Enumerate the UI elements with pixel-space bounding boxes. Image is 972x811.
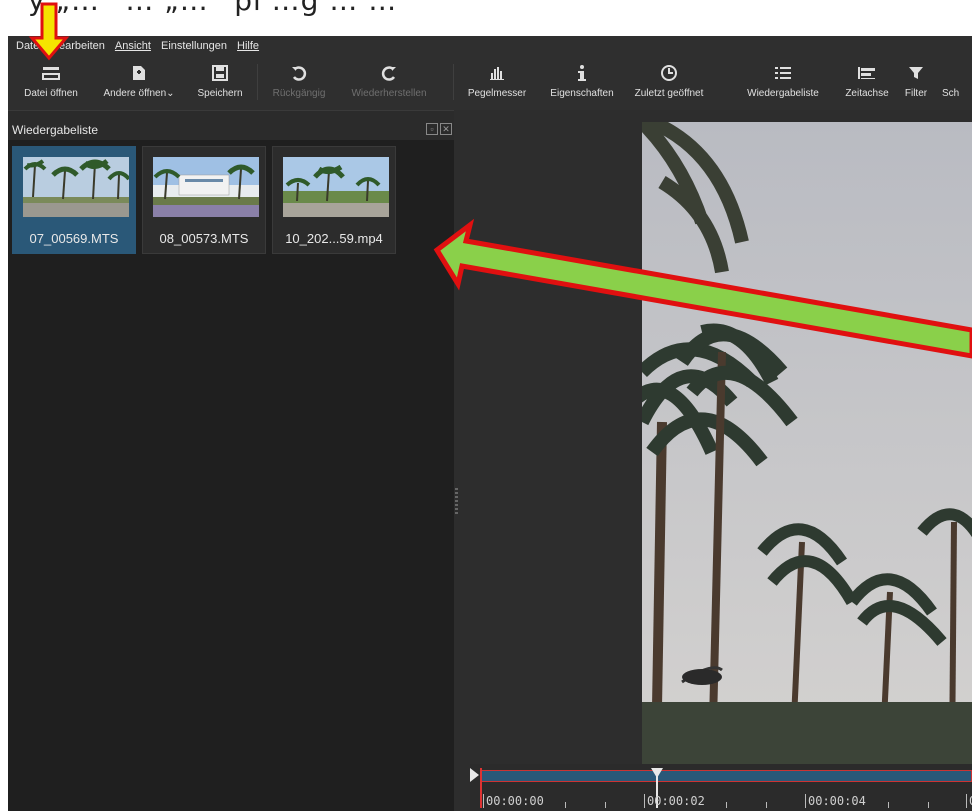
yellow-down-arrow-icon [28, 2, 70, 61]
green-arrow-icon [433, 218, 972, 359]
annotation-overlay [28, 2, 972, 359]
